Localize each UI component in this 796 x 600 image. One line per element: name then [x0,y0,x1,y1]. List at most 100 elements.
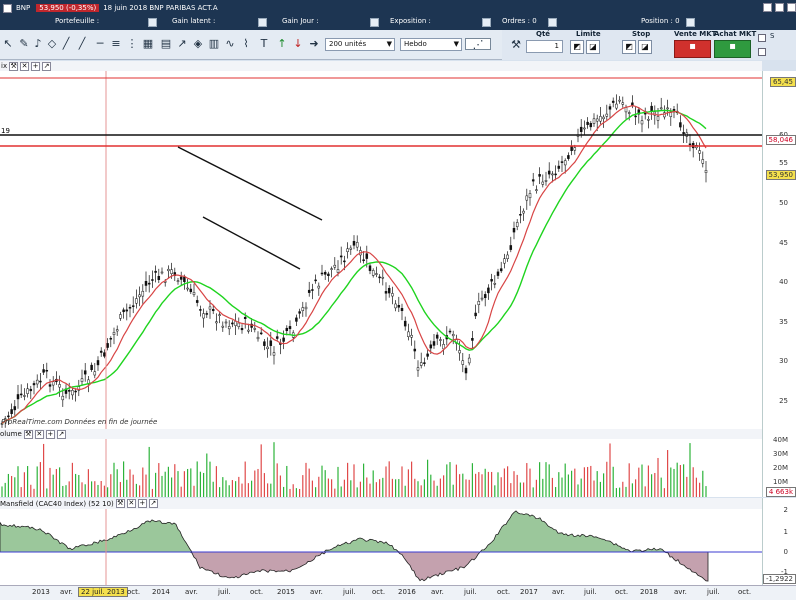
candle-body [231,322,234,325]
sell-arrow-icon[interactable]: ↓ [292,38,304,50]
buy-arrow-icon[interactable]: ↑ [276,38,288,50]
minimize-icon[interactable]: – [763,3,772,12]
export-icon[interactable]: ↗ [148,499,158,508]
add-icon[interactable]: + [31,61,41,71]
volume-bar [337,466,339,497]
volume-bar [363,463,365,497]
volume-bar [161,475,163,497]
portefeuille-toggle[interactable] [148,18,157,27]
volume-bar [65,485,67,497]
candle-body [599,116,602,122]
wrench-icon[interactable]: ⚒ [115,499,125,508]
option-checkbox[interactable] [758,48,766,56]
fibonacci-icon[interactable]: ⋮ [126,38,138,50]
ordres-toggle[interactable] [548,18,557,27]
quantity-select[interactable]: 200 unités ▼ [325,38,395,51]
s-checkbox[interactable] [758,34,766,42]
line-icon[interactable]: ╱ [76,38,88,50]
volume-bar [222,477,224,497]
close-window-icon[interactable]: ✕ [787,3,796,12]
add-icon[interactable]: + [45,429,55,439]
exposition-toggle[interactable] [482,18,491,27]
qte-input[interactable]: 1 [526,40,563,53]
close-icon[interactable]: ✕ [3,3,12,13]
candle-body [80,378,84,382]
volume-bar [324,470,326,497]
volume-bar [49,467,51,497]
limite-buy-button[interactable]: ◪ [586,40,600,54]
price-chart[interactable]: 19 ProRealTime.com Données en fin de jou… [0,71,762,429]
volume-bar [667,450,669,497]
text-icon[interactable]: T [258,38,270,50]
candle-body [304,306,308,310]
stop-sell-button[interactable]: ◩ [622,40,636,54]
limite-sell-button[interactable]: ◩ [570,40,584,54]
trend-line-icon[interactable]: ╱ [60,38,72,50]
candle-body [397,305,401,308]
eraser-icon[interactable]: ◇ [46,38,58,50]
cursor-icon[interactable]: ↖ [2,38,14,50]
zigzag-icon[interactable]: ⌇ [240,38,252,50]
volume-bar [263,473,265,497]
candle-body [96,360,100,366]
volume-bar [94,481,96,497]
volume-bar [196,461,198,497]
grid-icon[interactable]: ▤ [160,38,172,50]
close-icon[interactable]: ✕ [20,61,30,71]
candle-body [384,291,388,294]
close-icon[interactable]: ✕ [34,429,44,439]
volume-bar [465,479,467,497]
buy-market-button[interactable]: ▪ [714,40,751,58]
channel-icon[interactable]: ≡ [110,38,122,50]
volume-bar [407,469,409,497]
candle-body [387,287,391,294]
candle-body [151,279,154,281]
wave-icon[interactable]: ∿ [224,38,236,50]
volume-bar [513,471,515,497]
export-icon[interactable]: ↗ [42,61,52,71]
candle-body [592,118,596,124]
pattern-icon[interactable]: ↗ [176,38,188,50]
close-icon[interactable]: ✕ [126,499,136,508]
sell-market-button[interactable]: ▪ [674,40,711,58]
wrench-icon[interactable]: ⚒ [23,429,33,439]
wrench-icon[interactable]: ⚒ [9,61,19,71]
volume-bar [404,485,406,497]
volume-bar [503,468,505,497]
measure-icon[interactable]: ◈ [192,38,204,50]
candle-body [522,210,525,214]
volume-panel-title: olume [0,430,22,438]
volume-bar [609,443,611,497]
volume-bar [148,446,150,497]
volume-bar [55,469,57,497]
wrench-icon[interactable]: ⚒ [510,39,522,51]
indicator-icon[interactable]: ⋰ [465,38,491,51]
price-axis: 65,456058,0465553,950504540353025 [762,71,796,429]
volume-bar [622,481,624,497]
stop-buy-button[interactable]: ◪ [638,40,652,54]
gain-latent-toggle[interactable] [258,18,267,27]
candle-body [74,390,77,393]
candle-body [509,245,513,250]
pencil-icon[interactable]: ✎ [18,38,30,50]
arrow-right-icon[interactable]: ➜ [308,38,320,50]
time-axis-label: oct. [127,588,141,596]
pitchfork-icon[interactable]: ▦ [142,38,154,50]
candle-body [525,195,529,201]
period-select[interactable]: Hebdo ▼ [400,38,462,51]
candle-body [666,107,669,110]
volume-bar [532,487,534,497]
volume-bar [526,463,528,497]
trash-icon[interactable]: ▥ [208,38,220,50]
add-icon[interactable]: + [137,499,147,508]
horizontal-line-icon[interactable]: ─ [94,38,106,50]
volume-bar [436,485,438,497]
candle-body [170,269,173,274]
bell-icon[interactable]: ♪ [32,38,44,50]
time-axis-label: oct. [250,588,264,596]
export-icon[interactable]: ↗ [56,429,66,439]
maximize-icon[interactable]: □ [775,3,784,12]
candle-body [647,118,650,121]
gain-jour-toggle[interactable] [370,18,379,27]
position-toggle[interactable] [686,18,695,27]
